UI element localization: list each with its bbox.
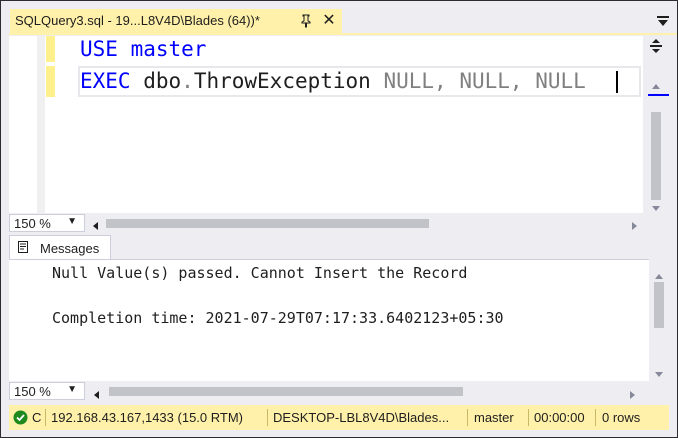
tab-messages[interactable]: Messages <box>9 235 111 261</box>
status-divider <box>45 409 46 426</box>
message-line: Null Value(s) passed. Cannot Insert the … <box>52 264 468 282</box>
results-tab-bar: Messages <box>9 235 669 261</box>
editor-gutter-strip <box>37 36 45 213</box>
status-server: 192.168.43.167,1433 (15.0 RTM) <box>51 410 244 425</box>
messages-zoom-dropdown[interactable]: 150 % ▼ <box>9 382 85 400</box>
editor-horizontal-bar: 150 % ▼ <box>9 213 669 233</box>
message-line: Completion time: 2021-07-29T07:17:33.640… <box>52 309 504 327</box>
messages-zoom-value: 150 % <box>14 384 51 399</box>
chevron-down-icon: ▼ <box>67 384 77 395</box>
message-line <box>52 285 504 308</box>
document-tab-strip: SQLQuery3.sql - 19...L8V4D\Blades (64))*… <box>1 1 677 36</box>
procedure-name: ThrowException <box>193 69 371 93</box>
status-elapsed-time: 00:00:00 <box>534 410 585 425</box>
scroll-left-arrow-icon[interactable] <box>91 218 99 236</box>
keyword: USE <box>80 37 118 61</box>
document-tab-title[interactable]: SQLQuery3.sql - 19...L8V4D\Blades (64))* <box>15 13 260 28</box>
chevron-down-icon: ▼ <box>67 216 77 227</box>
document-tab[interactable]: SQLQuery3.sql - 19...L8V4D\Blades (64))*… <box>10 9 342 34</box>
messages-vertical-scrollbar[interactable] <box>649 260 669 381</box>
messages-text: Null Value(s) passed. Cannot Insert the … <box>52 262 504 330</box>
status-divider <box>467 409 468 426</box>
split-window-icon[interactable] <box>649 39 663 53</box>
tab-messages-label: Messages <box>40 241 100 256</box>
change-marker <box>46 66 55 97</box>
status-row-count: 0 rows <box>602 410 641 425</box>
close-tab-icon[interactable]: ✕ <box>321 10 337 30</box>
vertical-scroll-thumb[interactable] <box>654 282 664 328</box>
dot-separator: . <box>181 69 194 93</box>
keyword: EXEC <box>80 69 131 93</box>
editor-zoom-dropdown[interactable]: 150 % ▼ <box>9 214 85 232</box>
messages-pane[interactable]: Null Value(s) passed. Cannot Insert the … <box>9 259 649 382</box>
status-database: master <box>474 410 514 425</box>
editor-zoom-value: 150 % <box>14 216 51 231</box>
status-divider <box>528 409 529 426</box>
messages-horizontal-bar: 150 % ▼ <box>9 381 669 403</box>
horizontal-scroll-thumb[interactable] <box>106 219 429 228</box>
code-text: master <box>117 37 207 61</box>
editor-vertical-scrollbar[interactable] <box>643 36 669 213</box>
code-line: USE master <box>80 33 206 65</box>
horizontal-scroll-thumb[interactable] <box>109 387 463 396</box>
status-login: DESKTOP-LBL8V4D\Blades... <box>273 410 450 425</box>
status-divider <box>267 409 268 426</box>
code-line: EXEC dbo.ThrowException NULL, NULL, NULL <box>80 65 586 97</box>
procedure-arguments: NULL, NULL, NULL <box>370 69 586 93</box>
schema-name: dbo <box>130 69 182 93</box>
messages-icon <box>18 241 30 254</box>
scroll-right-arrow-icon[interactable] <box>629 387 637 405</box>
pin-icon[interactable] <box>299 12 313 28</box>
vertical-scroll-thumb[interactable] <box>651 112 661 200</box>
status-state-text: C <box>32 410 42 425</box>
change-marker <box>46 36 55 62</box>
scroll-up-arrow-icon[interactable] <box>651 77 661 95</box>
scroll-left-arrow-icon[interactable] <box>92 387 100 405</box>
connected-ok-icon <box>13 410 28 428</box>
query-status-bar: C 192.168.43.167,1433 (15.0 RTM) DESKTOP… <box>9 405 669 430</box>
tab-overflow-dropdown-icon[interactable] <box>656 14 670 26</box>
query-editor[interactable]: USE master EXEC dbo.ThrowException NULL,… <box>9 36 643 213</box>
status-divider <box>595 409 596 426</box>
text-caret <box>616 71 618 93</box>
scroll-right-arrow-icon[interactable] <box>631 218 639 236</box>
